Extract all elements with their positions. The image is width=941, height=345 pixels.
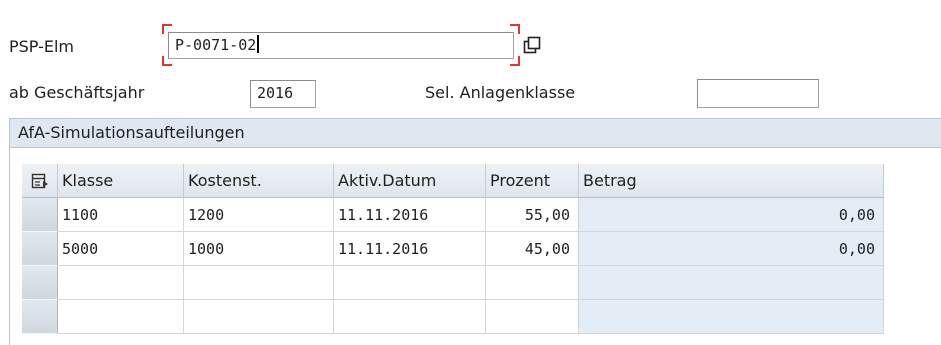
table-row: 5000 1000 11.11.2016 45,00 0,00 <box>22 232 884 266</box>
cell-prozent[interactable]: 45,00 <box>486 232 579 266</box>
cell-kostenst[interactable] <box>184 300 334 334</box>
fiscal-year-value: 2016 <box>257 84 294 102</box>
cell-aktiv-datum[interactable]: 11.11.2016 <box>334 198 486 232</box>
cell-betrag <box>579 266 884 300</box>
cell-kostenst[interactable] <box>184 266 334 300</box>
fiscal-year-input[interactable]: 2016 <box>250 80 316 108</box>
row-selector[interactable] <box>22 198 58 232</box>
table-header-row: Klasse Kostenst. Aktiv.Datum Prozent Bet… <box>22 164 884 198</box>
cell-prozent[interactable]: 55,00 <box>486 198 579 232</box>
text-cursor <box>257 35 260 53</box>
group-title: AfA-Simulationsaufteilungen <box>10 119 941 148</box>
column-header-klasse[interactable]: Klasse <box>58 164 184 198</box>
cell-aktiv-datum[interactable] <box>334 266 486 300</box>
cell-klasse[interactable] <box>58 266 184 300</box>
column-header-kostenst[interactable]: Kostenst. <box>184 164 334 198</box>
cell-klasse[interactable] <box>58 300 184 334</box>
column-header-betrag[interactable]: Betrag <box>579 164 884 198</box>
table-row <box>22 300 884 334</box>
row-selector[interactable] <box>22 232 58 266</box>
table-row: 1100 1200 11.11.2016 55,00 0,00 <box>22 198 884 232</box>
cell-aktiv-datum[interactable] <box>334 300 486 334</box>
cell-klasse[interactable]: 5000 <box>58 232 184 266</box>
select-all-button[interactable] <box>22 164 58 198</box>
column-header-aktiv-datum[interactable]: Aktiv.Datum <box>334 164 486 198</box>
row-selector[interactable] <box>22 266 58 300</box>
psp-label: PSP-Elm <box>9 37 75 56</box>
cell-aktiv-datum[interactable]: 11.11.2016 <box>334 232 486 266</box>
cell-kostenst[interactable]: 1200 <box>184 198 334 232</box>
fiscal-year-label: ab Geschäftsjahr <box>9 83 145 102</box>
psp-element-input[interactable]: P-0071-02 <box>168 32 514 59</box>
row-selector[interactable] <box>22 300 58 334</box>
asset-class-label: Sel. Anlagenklasse <box>425 83 576 102</box>
column-settings-icon <box>31 173 48 188</box>
value-help-icon <box>523 36 541 54</box>
cell-betrag: 0,00 <box>579 198 884 232</box>
cell-betrag <box>579 300 884 334</box>
psp-element-value: P-0071-02 <box>175 36 257 54</box>
column-header-prozent[interactable]: Prozent <box>486 164 579 198</box>
cell-prozent[interactable] <box>486 266 579 300</box>
cell-kostenst[interactable]: 1000 <box>184 232 334 266</box>
value-help-button[interactable] <box>520 33 544 57</box>
cell-klasse[interactable]: 1100 <box>58 198 184 232</box>
cell-prozent[interactable] <box>486 300 579 334</box>
table-row <box>22 266 884 300</box>
cell-betrag: 0,00 <box>579 232 884 266</box>
asset-class-input[interactable] <box>697 79 819 108</box>
